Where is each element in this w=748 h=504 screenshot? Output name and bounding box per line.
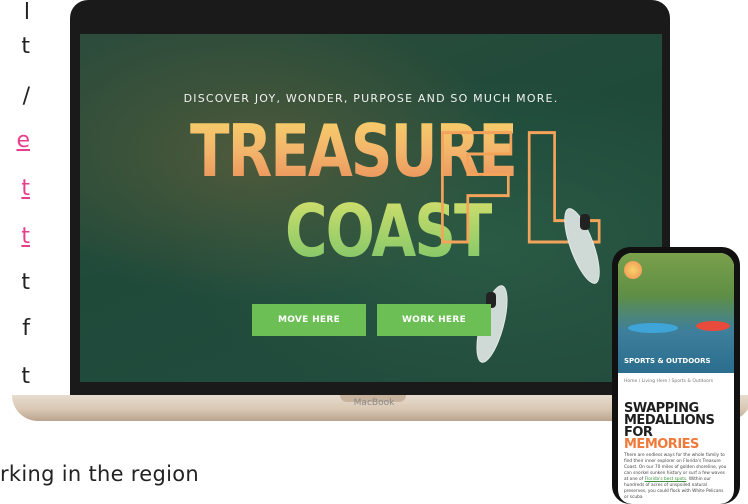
paddler-figure <box>580 214 590 230</box>
text-fragment: l <box>23 0 30 25</box>
text-link-fragment[interactable]: t <box>0 176 30 201</box>
breadcrumb[interactable]: Home / Living Here / Sports & Outdoors <box>624 379 713 384</box>
text-fragment: t <box>21 270 30 295</box>
phone-hero-title: SPORTS & OUTDOORS <box>624 357 711 365</box>
text-fragment: f <box>22 316 30 341</box>
laptop-screen: DISCOVER JOY, WONDER, PURPOSE AND SO MUC… <box>80 34 662 382</box>
kayak-icon <box>696 321 730 331</box>
body-link[interactable]: Florida's best spots <box>645 477 687 482</box>
text-link-fragment[interactable]: e <box>0 128 30 153</box>
move-here-button[interactable]: MOVE HERE <box>252 304 366 336</box>
text-link-fragment[interactable]: t <box>0 224 30 249</box>
text-fragment: t <box>21 364 30 389</box>
page-title: SWAPPING MEDALLIONS FOR MEMORIES <box>624 402 730 452</box>
headline-line: MEDALLIONS FOR <box>624 413 715 440</box>
text-fragment: / <box>22 84 30 109</box>
phone-hero-image: SPORTS & OUTDOORS <box>618 253 734 373</box>
kayak-icon <box>628 323 678 333</box>
phone-frame: SPORTS & OUTDOORS Home / Living Here / S… <box>612 247 740 504</box>
left-text-column: l t / e t t t f t <box>0 0 30 420</box>
phone-screen: SPORTS & OUTDOORS Home / Living Here / S… <box>618 253 734 504</box>
headline-accent: MEMORIES <box>624 437 699 452</box>
body-text-fragment: rking in the region <box>0 462 200 486</box>
site-logo-icon[interactable] <box>624 261 642 279</box>
work-here-button[interactable]: WORK HERE <box>377 304 491 336</box>
article-body: There are endless ways for the whole fam… <box>624 453 728 501</box>
text-fragment: t <box>21 34 30 59</box>
